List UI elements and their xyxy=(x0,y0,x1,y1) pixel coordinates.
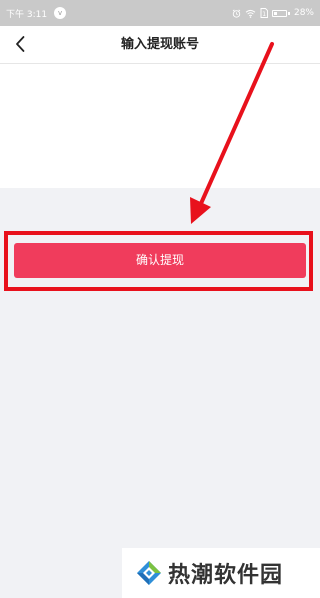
battery-percent: 28% xyxy=(293,8,314,18)
battery-fill xyxy=(274,11,278,15)
wifi-icon xyxy=(246,9,256,18)
status-bar: 下午 3:11 v 1 28% xyxy=(0,0,320,26)
sim-label: 1 xyxy=(263,11,267,18)
battery-icon xyxy=(272,9,290,17)
sim-card-icon: 1 xyxy=(261,8,269,18)
nav-bar: 输入提现账号 xyxy=(0,26,320,64)
status-right: 1 28% xyxy=(232,8,314,18)
alarm-clock-icon xyxy=(233,9,241,18)
status-time: 下午 3:11 xyxy=(6,9,48,20)
account-input-area xyxy=(0,64,320,188)
page-title: 输入提现账号 xyxy=(120,37,199,52)
notification-icon: v xyxy=(54,7,67,19)
confirm-withdraw-button[interactable]: 确认提现 xyxy=(14,243,306,278)
watermark: 热潮软件园 xyxy=(122,548,320,598)
status-left: 下午 3:11 v xyxy=(6,7,67,20)
watermark-text: 热潮软件园 xyxy=(168,563,284,588)
diamond-logo-icon xyxy=(137,561,161,585)
